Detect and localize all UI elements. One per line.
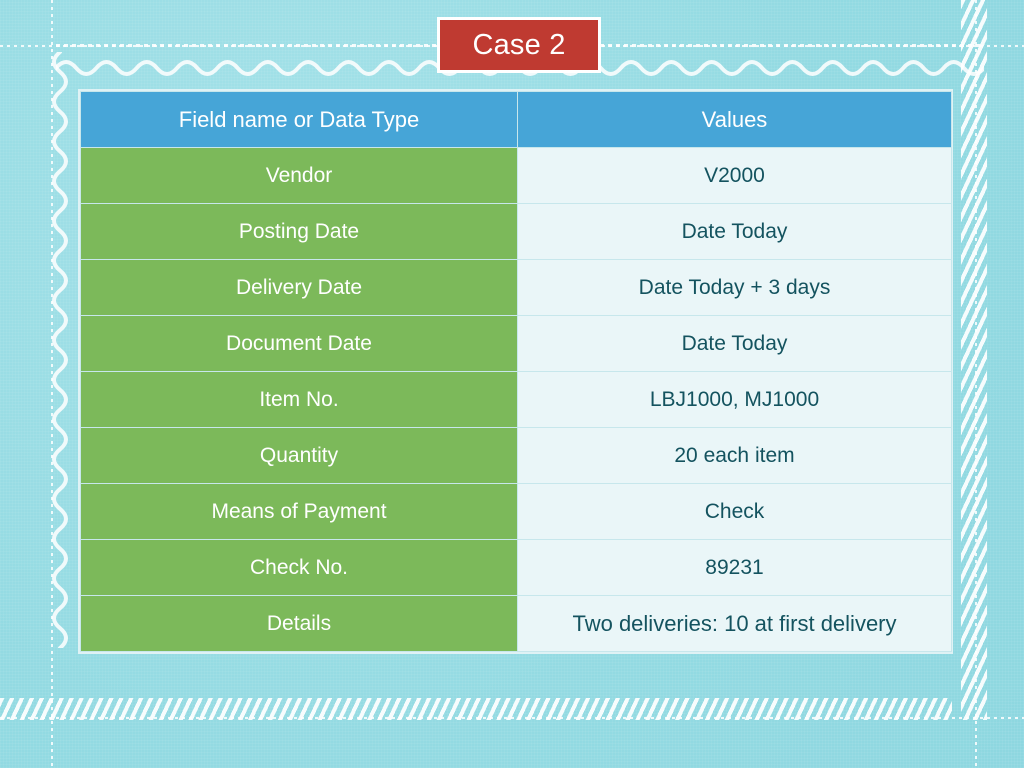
field-label: Document Date	[80, 315, 518, 372]
slide-title-box: Case 2	[437, 17, 601, 73]
table-row: Vendor V2000	[80, 147, 952, 204]
field-label: Delivery Date	[80, 259, 518, 316]
field-value: 89231	[517, 539, 952, 596]
field-value: Check	[517, 483, 952, 540]
table-header: Field name or Data Type Values	[80, 91, 952, 148]
decorative-dotted-line-right	[975, 0, 977, 768]
decorative-dotted-line-left	[51, 0, 53, 768]
table-row: Document Date Date Today	[80, 315, 952, 372]
field-label: Means of Payment	[80, 483, 518, 540]
slide-canvas: Case 2 Field name or Data Type Values Ve…	[0, 0, 1024, 768]
field-value: V2000	[517, 147, 952, 204]
field-value: Date Today	[517, 203, 952, 260]
table: Field name or Data Type Values Vendor V2…	[80, 91, 952, 652]
table-row: Delivery Date Date Today + 3 days	[80, 259, 952, 316]
table-row: Means of Payment Check	[80, 483, 952, 540]
page-title: Case 2	[472, 28, 566, 61]
field-label: Posting Date	[80, 203, 518, 260]
column-header-field-name: Field name or Data Type	[80, 91, 518, 148]
decorative-hatch-band-bottom	[0, 698, 952, 720]
field-label: Check No.	[80, 539, 518, 596]
field-label: Details	[80, 595, 518, 652]
table-body: Vendor V2000 Posting Date Date Today Del…	[80, 147, 952, 652]
decorative-squiggle-stitch-left	[44, 50, 70, 650]
field-value: Date Today	[517, 315, 952, 372]
field-value: 20 each item	[517, 427, 952, 484]
decorative-hatch-band-right	[961, 0, 987, 720]
table-row: Quantity 20 each item	[80, 427, 952, 484]
field-value: Date Today + 3 days	[517, 259, 952, 316]
table-row: Details Two deliveries: 10 at first deli…	[80, 595, 952, 652]
table-row: Check No. 89231	[80, 539, 952, 596]
field-value: LBJ1000, MJ1000	[517, 371, 952, 428]
field-value: Two deliveries: 10 at first delivery	[517, 595, 952, 652]
table-row: Item No. LBJ1000, MJ1000	[80, 371, 952, 428]
field-label: Item No.	[80, 371, 518, 428]
decorative-dotted-line-bottom	[0, 717, 1024, 719]
field-label: Vendor	[80, 147, 518, 204]
column-header-values: Values	[517, 91, 952, 148]
field-label: Quantity	[80, 427, 518, 484]
table-row: Posting Date Date Today	[80, 203, 952, 260]
case-data-table: Field name or Data Type Values Vendor V2…	[78, 89, 953, 654]
table-header-row: Field name or Data Type Values	[80, 91, 952, 148]
